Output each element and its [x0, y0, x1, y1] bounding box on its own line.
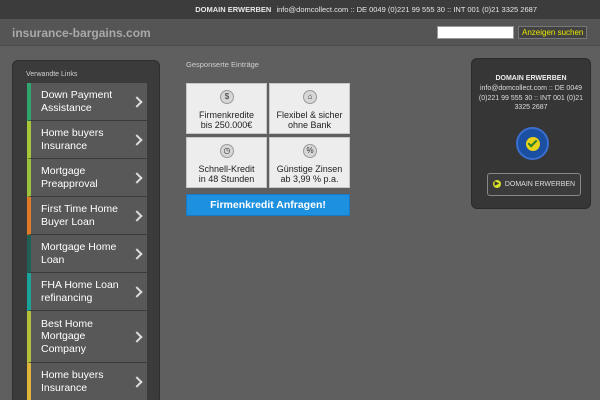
- chevron-right-icon: [131, 330, 143, 343]
- clock-icon: ◷: [220, 144, 234, 158]
- sidebar-link[interactable]: FHA Home Loan refinancing: [27, 273, 147, 311]
- tile-text: Firmenkredite bis 250.000€: [187, 110, 266, 130]
- sidebar-link[interactable]: Best Home Mortgage Company: [27, 311, 147, 363]
- tile-line: Flexibel & sicher: [276, 110, 343, 120]
- related-links-sidebar: Verwandte Links Down Payment Assistance …: [12, 60, 160, 400]
- top-bar: DOMAIN ERWERBEN info@domcollect.com :: D…: [0, 0, 600, 19]
- sidebar-title: Verwandte Links: [26, 71, 78, 78]
- chevron-right-icon: [131, 95, 143, 108]
- sidebar-link-label: First Time Home Buyer Loan: [41, 203, 119, 228]
- tile-line: Firmenkredite: [198, 110, 254, 120]
- topbar-label[interactable]: DOMAIN ERWERBEN: [195, 5, 271, 14]
- sidebar-link[interactable]: Mortgage Preapproval: [27, 159, 147, 197]
- coins-icon: $: [220, 90, 234, 104]
- sidebar-link-label: Down Payment Assistance: [41, 89, 113, 114]
- tile-text: Schnell-Kredit in 48 Stunden: [187, 164, 266, 184]
- domain-box-title: DOMAIN ERWERBEN: [495, 75, 567, 82]
- sidebar-link-label: Best Home Mortgage Company: [41, 317, 93, 355]
- domain-buy-button-label: DOMAIN ERWERBEN: [504, 181, 576, 188]
- tile-fast-credit[interactable]: ◷ Schnell-Kredit in 48 Stunden: [186, 137, 267, 188]
- sidebar-link[interactable]: First Time Home Buyer Loan: [27, 197, 147, 235]
- sidebar-link-label: FHA Home Loan refinancing: [41, 279, 119, 304]
- chevron-right-icon: [131, 247, 143, 260]
- tile-line: Günstige Zinsen: [276, 164, 343, 174]
- domain-purchase-box: DOMAIN ERWERBEN info@domcollect.com :: D…: [471, 58, 591, 209]
- chevron-right-icon: [131, 285, 143, 298]
- bank-icon: ⌂: [303, 90, 317, 104]
- sidebar-link-label: Mortgage Preapproval: [41, 165, 98, 190]
- site-title: insurance-bargains.com: [12, 26, 151, 40]
- tile-low-interest[interactable]: % Günstige Zinsen ab 3,99 % p.a.: [269, 137, 350, 188]
- search-button[interactable]: Anzeigen suchen: [518, 26, 588, 39]
- search-input[interactable]: [437, 26, 514, 39]
- percent-icon: %: [303, 144, 317, 158]
- topbar-contact: info@domcollect.com :: DE 0049 (0)221 99…: [276, 5, 537, 14]
- sidebar-link[interactable]: Down Payment Assistance: [27, 83, 147, 121]
- tile-line: in 48 Stunden: [198, 174, 255, 184]
- tile-line: ab 3,99 % p.a.: [280, 174, 339, 184]
- sponsored-section-title: Gesponserte Einträge: [186, 60, 259, 69]
- tile-line: bis 250.000€: [200, 120, 253, 130]
- sidebar-link[interactable]: Home buyers Insurance: [27, 121, 147, 159]
- chevron-right-icon: [131, 375, 143, 388]
- chevron-right-icon: [131, 209, 143, 222]
- header: insurance-bargains.com Anzeigen suchen: [0, 19, 600, 46]
- arrow-right-icon: ▶: [492, 180, 501, 189]
- tile-business-loans[interactable]: $ Firmenkredite bis 250.000€: [186, 83, 267, 134]
- sidebar-link-label: Home buyers Insurance: [41, 369, 104, 394]
- domain-buy-button[interactable]: ▶ DOMAIN ERWERBEN: [487, 173, 581, 196]
- sidebar-link[interactable]: Home buyers Insurance: [27, 363, 147, 400]
- tile-line: ohne Bank: [287, 120, 332, 130]
- trusted-seal-icon: [516, 127, 549, 160]
- business-loan-cta-button[interactable]: Firmenkredit Anfragen!: [186, 194, 350, 216]
- domain-box-contact: info@domcollect.com :: DE 0049 (0)221 99…: [478, 85, 584, 111]
- tile-text: Günstige Zinsen ab 3,99 % p.a.: [270, 164, 349, 184]
- tile-text: Flexibel & sicher ohne Bank: [270, 110, 349, 130]
- sidebar-link-label: Home buyers Insurance: [41, 127, 104, 152]
- sidebar-link[interactable]: Mortgage Home Loan: [27, 235, 147, 273]
- tile-line: Schnell-Kredit: [198, 164, 255, 174]
- chevron-right-icon: [131, 171, 143, 184]
- tile-flexible[interactable]: ⌂ Flexibel & sicher ohne Bank: [269, 83, 350, 134]
- chevron-right-icon: [131, 133, 143, 146]
- related-links-list: Down Payment Assistance Home buyers Insu…: [27, 83, 147, 400]
- sidebar-link-label: Mortgage Home Loan: [41, 241, 117, 266]
